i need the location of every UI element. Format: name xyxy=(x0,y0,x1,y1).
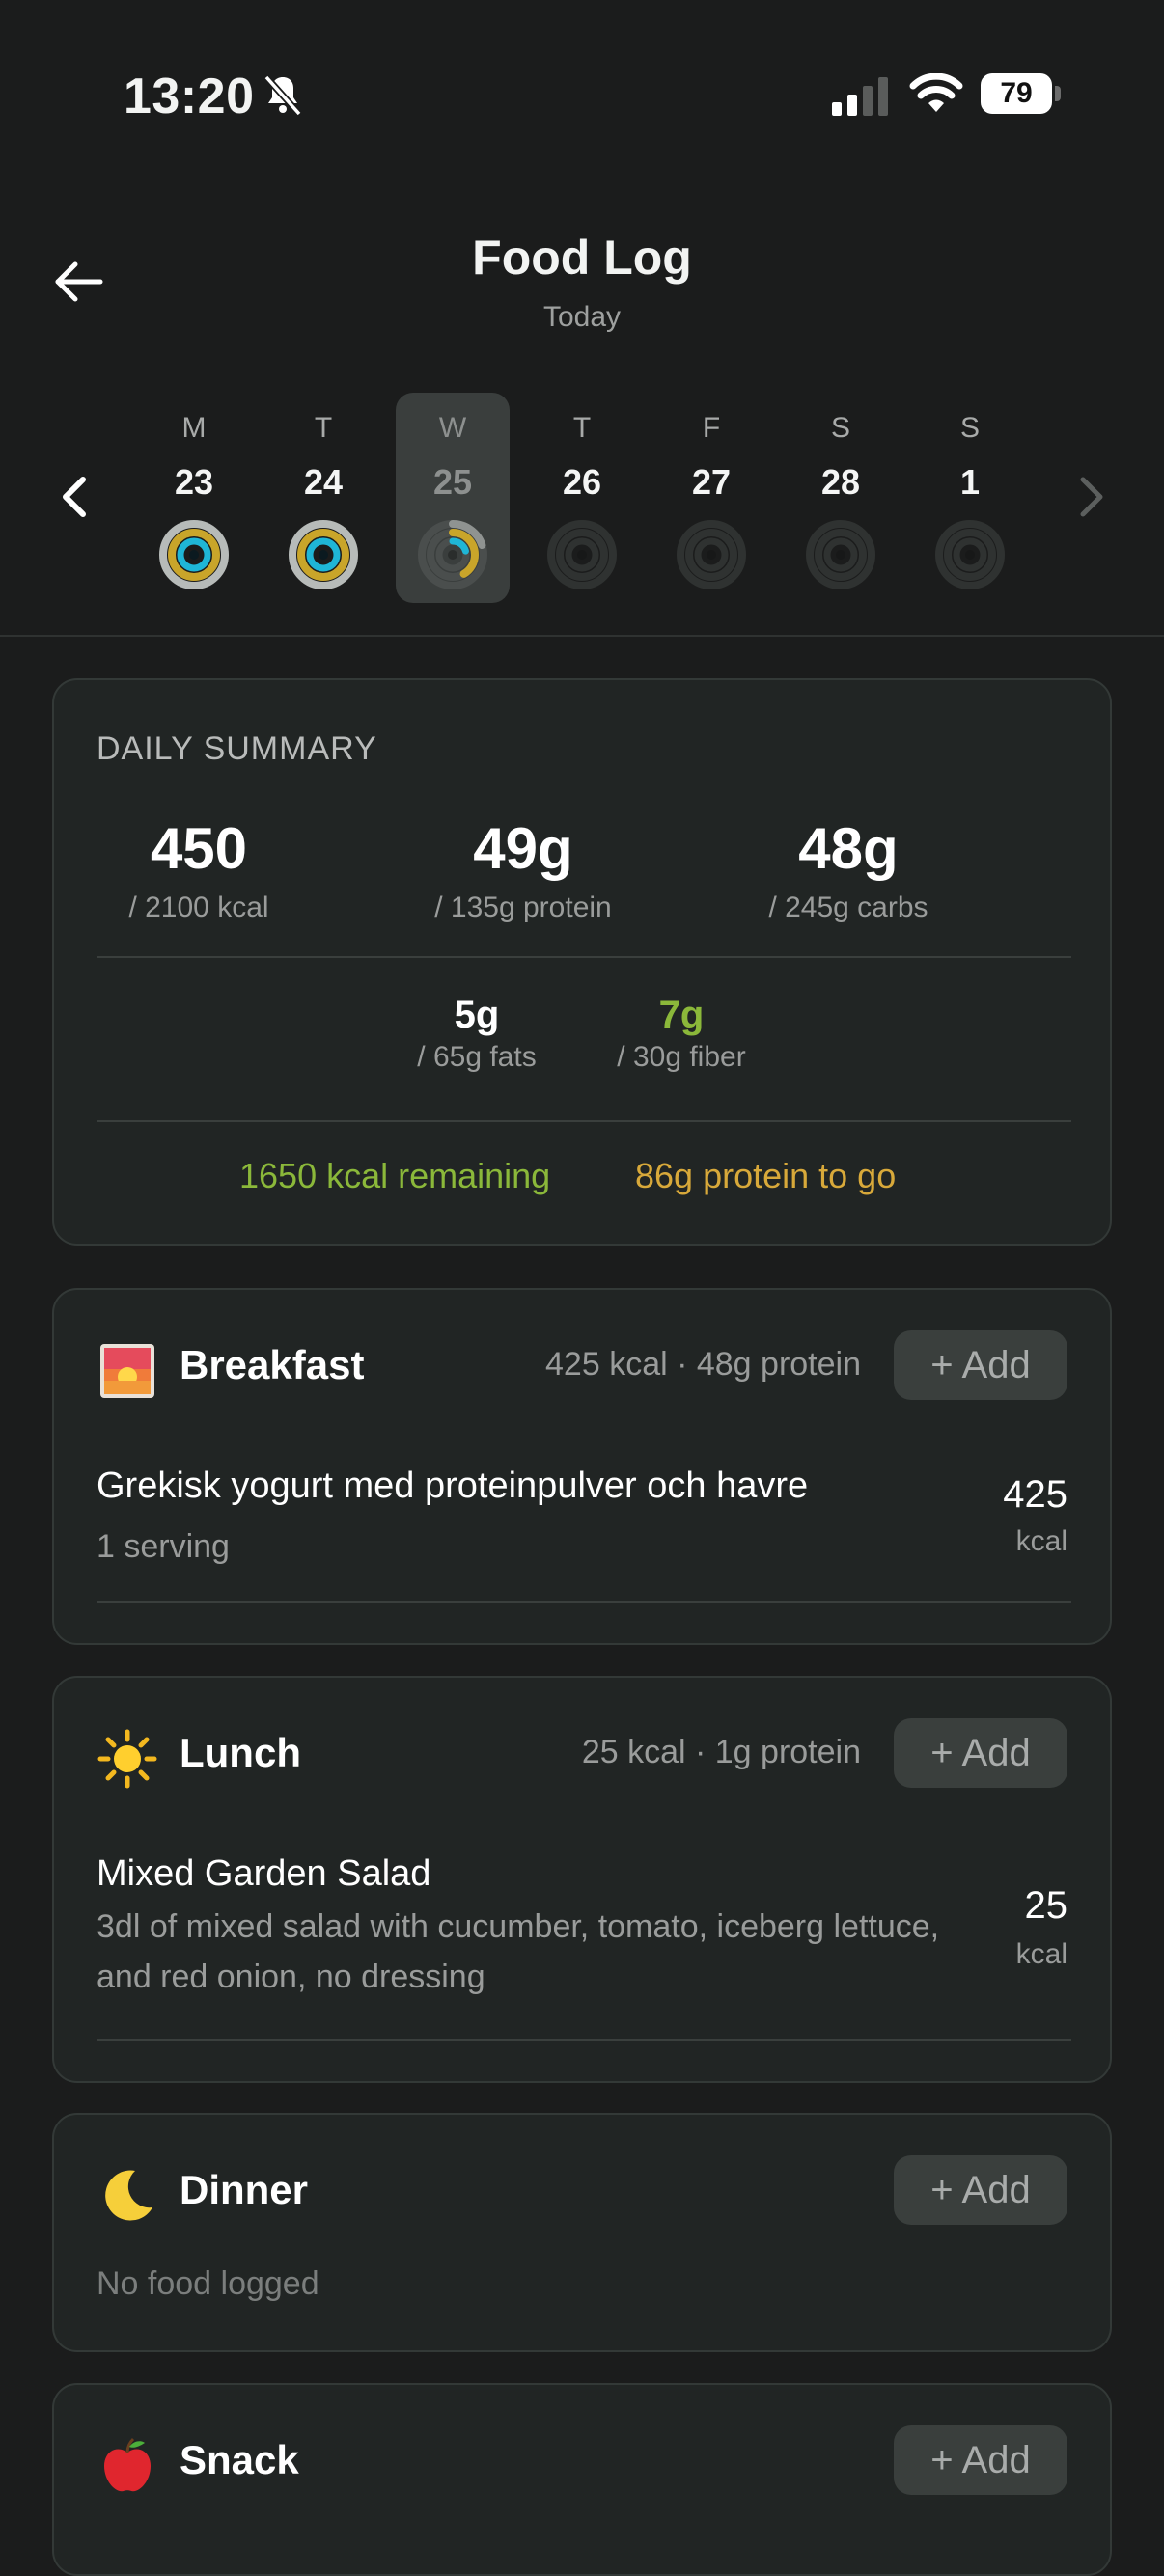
food-item-kcal: 25 xyxy=(1024,1884,1068,1927)
day-number: 23 xyxy=(174,462,214,502)
food-item-name[interactable]: Mixed Garden Salad xyxy=(97,1853,946,1895)
battery-tip xyxy=(1055,86,1061,101)
moon-icon xyxy=(105,2170,152,2221)
summary-label: DAILY SUMMARY xyxy=(97,730,377,767)
progress-ring-icon xyxy=(159,520,229,589)
day-of-week: W xyxy=(438,412,467,444)
header-divider xyxy=(0,635,1164,637)
food-item-kcal: 425 xyxy=(1003,1473,1067,1516)
week-selector: M 23 T 24 W 25 T 26 F 27 S 28 S 1 xyxy=(0,391,1164,603)
add-lunch-button[interactable]: + Add xyxy=(894,1718,1067,1788)
protein-stat: 49g / 135g protein xyxy=(369,815,678,924)
day-of-week: S xyxy=(959,412,980,444)
food-item-unit: kcal xyxy=(1015,1525,1067,1557)
day-of-week: T xyxy=(314,412,333,444)
status-bar: 13:20 79 xyxy=(0,0,1164,193)
day-26[interactable]: T 26 xyxy=(525,393,639,603)
sun-icon xyxy=(97,1729,157,1789)
food-item-desc: 3dl of mixed salad with cucumber, tomato… xyxy=(97,1908,940,1995)
add-snack-button[interactable]: + Add xyxy=(894,2425,1067,2495)
food-item-desc: 1 serving xyxy=(97,1528,230,1565)
protein-value: 49g xyxy=(473,816,573,881)
summary-divider xyxy=(97,1120,1071,1122)
day-number: 24 xyxy=(303,462,344,502)
page-subtitle: Today xyxy=(542,301,622,333)
protein-target: / 135g protein xyxy=(434,891,612,923)
meal-card-lunch: Lunch 25 kcal · 1g protein + Add Mixed G… xyxy=(52,1676,1112,2083)
meal-card-snack: Snack + Add xyxy=(52,2383,1112,2576)
empty-state: No food logged xyxy=(97,2265,319,2302)
daily-summary-card: DAILY SUMMARY 450 / 2100 kcal 49g / 135g… xyxy=(52,678,1112,1246)
meal-title-snack: Snack xyxy=(180,2437,299,2482)
fats-stat: 5g / 65g fats xyxy=(361,994,593,1074)
fats-target: / 65g fats xyxy=(417,1041,537,1073)
kcal-target: / 2100 kcal xyxy=(128,891,269,923)
progress-ring-icon xyxy=(677,520,746,589)
meal-title-dinner: Dinner xyxy=(180,2167,309,2212)
day-of-week: F xyxy=(702,412,721,444)
kcal-remaining: 1650 kcal remaining xyxy=(239,1156,551,1195)
fiber-stat: 7g / 30g fiber xyxy=(566,994,797,1074)
progress-ring-icon xyxy=(418,520,487,589)
fiber-value: 7g xyxy=(658,994,705,1036)
food-item-name[interactable]: Grekisk yogurt med proteinpulver och hav… xyxy=(97,1466,946,1507)
add-dinner-button[interactable]: + Add xyxy=(894,2155,1067,2225)
day-of-week: S xyxy=(830,412,850,444)
item-divider xyxy=(97,2039,1071,2041)
carbs-target: / 245g carbs xyxy=(768,891,928,923)
meal-title-lunch: Lunch xyxy=(180,1730,301,1775)
day-28[interactable]: S 28 xyxy=(784,393,898,603)
meal-totals-lunch: 25 kcal · 1g protein xyxy=(581,1734,861,1770)
day-number: 25 xyxy=(432,462,473,502)
bell-muted-icon xyxy=(263,74,302,117)
wifi-icon xyxy=(909,73,963,112)
progress-ring-icon xyxy=(547,520,617,589)
page-title: Food Log xyxy=(472,231,692,285)
meal-card-breakfast: Breakfast 425 kcal · 48g protein + Add G… xyxy=(52,1288,1112,1645)
carbs-value: 48g xyxy=(798,816,899,881)
progress-ring-icon xyxy=(289,520,358,589)
sunrise-icon xyxy=(100,1344,154,1398)
meal-totals-breakfast: 425 kcal · 48g protein xyxy=(545,1346,861,1383)
carbs-stat: 48g / 245g carbs xyxy=(694,815,1003,924)
day-of-week: M xyxy=(181,412,207,444)
day-number: 27 xyxy=(691,462,732,502)
day-27[interactable]: F 27 xyxy=(654,393,768,603)
fiber-target: / 30g fiber xyxy=(617,1041,746,1073)
cellular-signal-icon xyxy=(832,77,888,116)
fats-value: 5g xyxy=(454,994,500,1036)
day-1[interactable]: S1 xyxy=(913,393,1027,603)
add-breakfast-button[interactable]: + Add xyxy=(894,1330,1067,1400)
day-24[interactable]: T 24 xyxy=(266,393,380,603)
meal-card-dinner: Dinner + Add No food logged xyxy=(52,2113,1112,2352)
apple-icon xyxy=(104,2437,151,2492)
day-25[interactable]: W 25 xyxy=(396,393,510,603)
protein-to-go: 86g protein to go xyxy=(635,1156,897,1195)
day-number: 1 xyxy=(959,462,981,502)
day-number: 28 xyxy=(820,462,861,502)
summary-divider xyxy=(97,956,1071,958)
progress-ring-icon xyxy=(806,520,875,589)
day-number: 26 xyxy=(562,462,602,502)
day-23[interactable]: M 23 xyxy=(137,393,251,603)
progress-ring-icon xyxy=(935,520,1005,589)
food-item-unit: kcal xyxy=(1015,1938,1067,1970)
battery-level: 79 xyxy=(981,73,1052,114)
kcal-stat: 450 / 2100 kcal xyxy=(44,815,353,924)
battery-icon: 79 xyxy=(981,73,1062,114)
meal-title-breakfast: Breakfast xyxy=(180,1342,365,1387)
chevron-left-icon[interactable] xyxy=(50,468,98,526)
status-time: 13:20 xyxy=(124,69,255,124)
kcal-value: 450 xyxy=(150,816,248,881)
chevron-right-icon[interactable] xyxy=(1067,468,1116,526)
day-of-week: T xyxy=(572,412,592,444)
item-divider xyxy=(97,1601,1071,1603)
